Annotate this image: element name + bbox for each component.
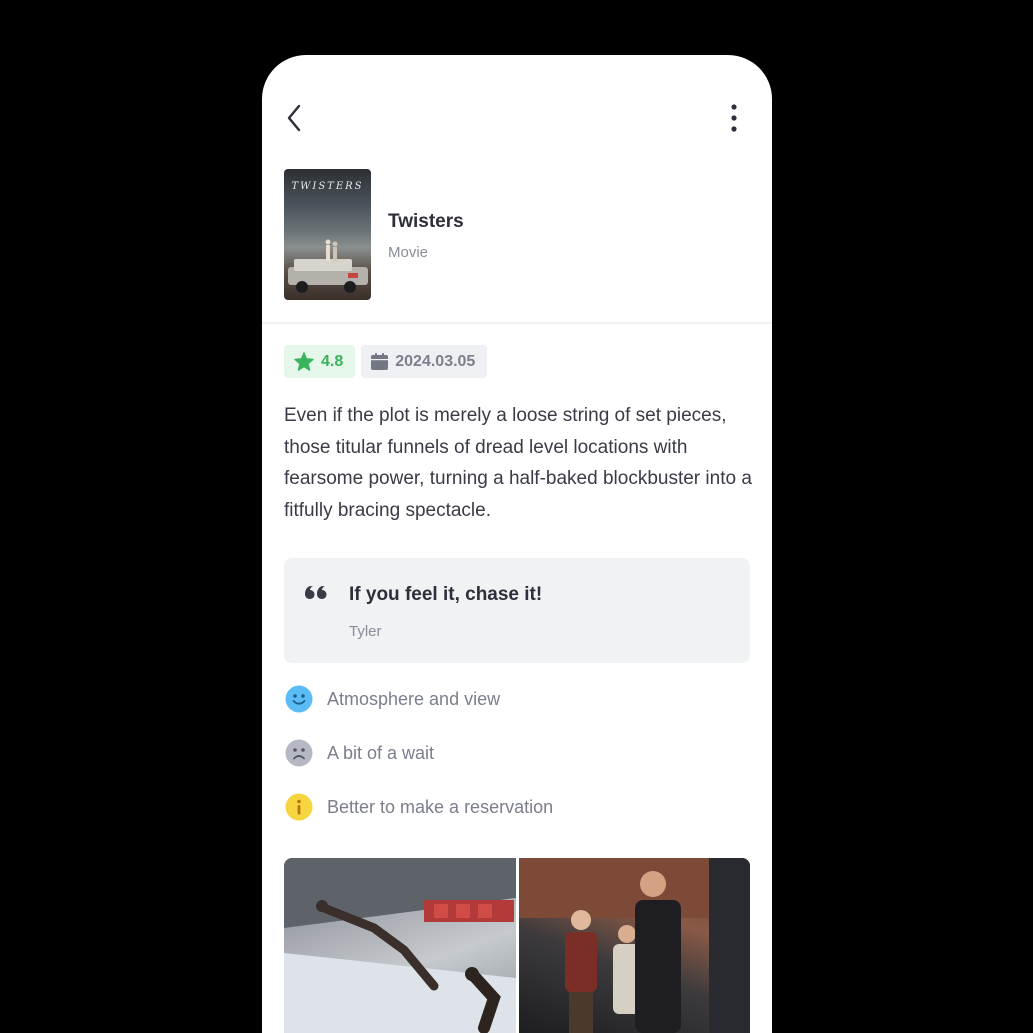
star-icon bbox=[294, 352, 314, 371]
media-title: Twisters bbox=[388, 211, 464, 232]
more-options-button[interactable] bbox=[720, 101, 748, 135]
quote-text: If you feel it, chase it! bbox=[349, 584, 543, 605]
phone-screen: TWISTERS Twisters Movie 4.8 2024.03.05 E… bbox=[262, 55, 772, 1033]
quote-icon bbox=[305, 586, 327, 599]
note-label: A bit of a wait bbox=[327, 742, 435, 763]
info-icon bbox=[284, 793, 313, 822]
quote-card: If you feel it, chase it! Tyler bbox=[284, 558, 750, 663]
list-item: Better to make a reservation bbox=[284, 791, 750, 823]
calendar-icon bbox=[371, 353, 389, 370]
date-chip: 2024.03.05 bbox=[361, 345, 488, 378]
sad-face-icon bbox=[284, 739, 313, 768]
top-bar bbox=[262, 55, 772, 165]
section-divider bbox=[262, 322, 772, 324]
more-vertical-icon bbox=[731, 104, 737, 132]
poster-image[interactable]: TWISTERS bbox=[284, 169, 371, 300]
gallery-photo[interactable] bbox=[284, 858, 516, 1033]
back-button[interactable] bbox=[280, 101, 308, 135]
gallery-photo[interactable] bbox=[518, 858, 750, 1033]
photo-gallery bbox=[284, 858, 750, 1033]
chevron-left-icon bbox=[287, 104, 301, 132]
quote-author: Tyler bbox=[349, 623, 382, 640]
note-label: Better to make a reservation bbox=[327, 796, 554, 817]
photo-scene bbox=[518, 858, 750, 1033]
media-type: Movie bbox=[388, 244, 429, 261]
note-label: Atmosphere and view bbox=[327, 688, 501, 709]
rating-chip: 4.8 bbox=[284, 345, 356, 378]
list-item: A bit of a wait bbox=[284, 737, 750, 769]
meta-chips: 4.8 2024.03.05 bbox=[284, 345, 488, 378]
list-item: Atmosphere and view bbox=[284, 683, 750, 715]
notes-list: Atmosphere and view A bit of a wait Bett… bbox=[284, 683, 750, 845]
rating-value: 4.8 bbox=[321, 352, 344, 370]
media-header: TWISTERS Twisters Movie bbox=[284, 169, 750, 301]
poster-art bbox=[288, 239, 368, 293]
review-text: Even if the plot is merely a loose strin… bbox=[284, 405, 752, 521]
photo-scene bbox=[284, 858, 516, 1033]
date-value: 2024.03.05 bbox=[395, 352, 476, 370]
smile-face-icon bbox=[284, 685, 313, 714]
